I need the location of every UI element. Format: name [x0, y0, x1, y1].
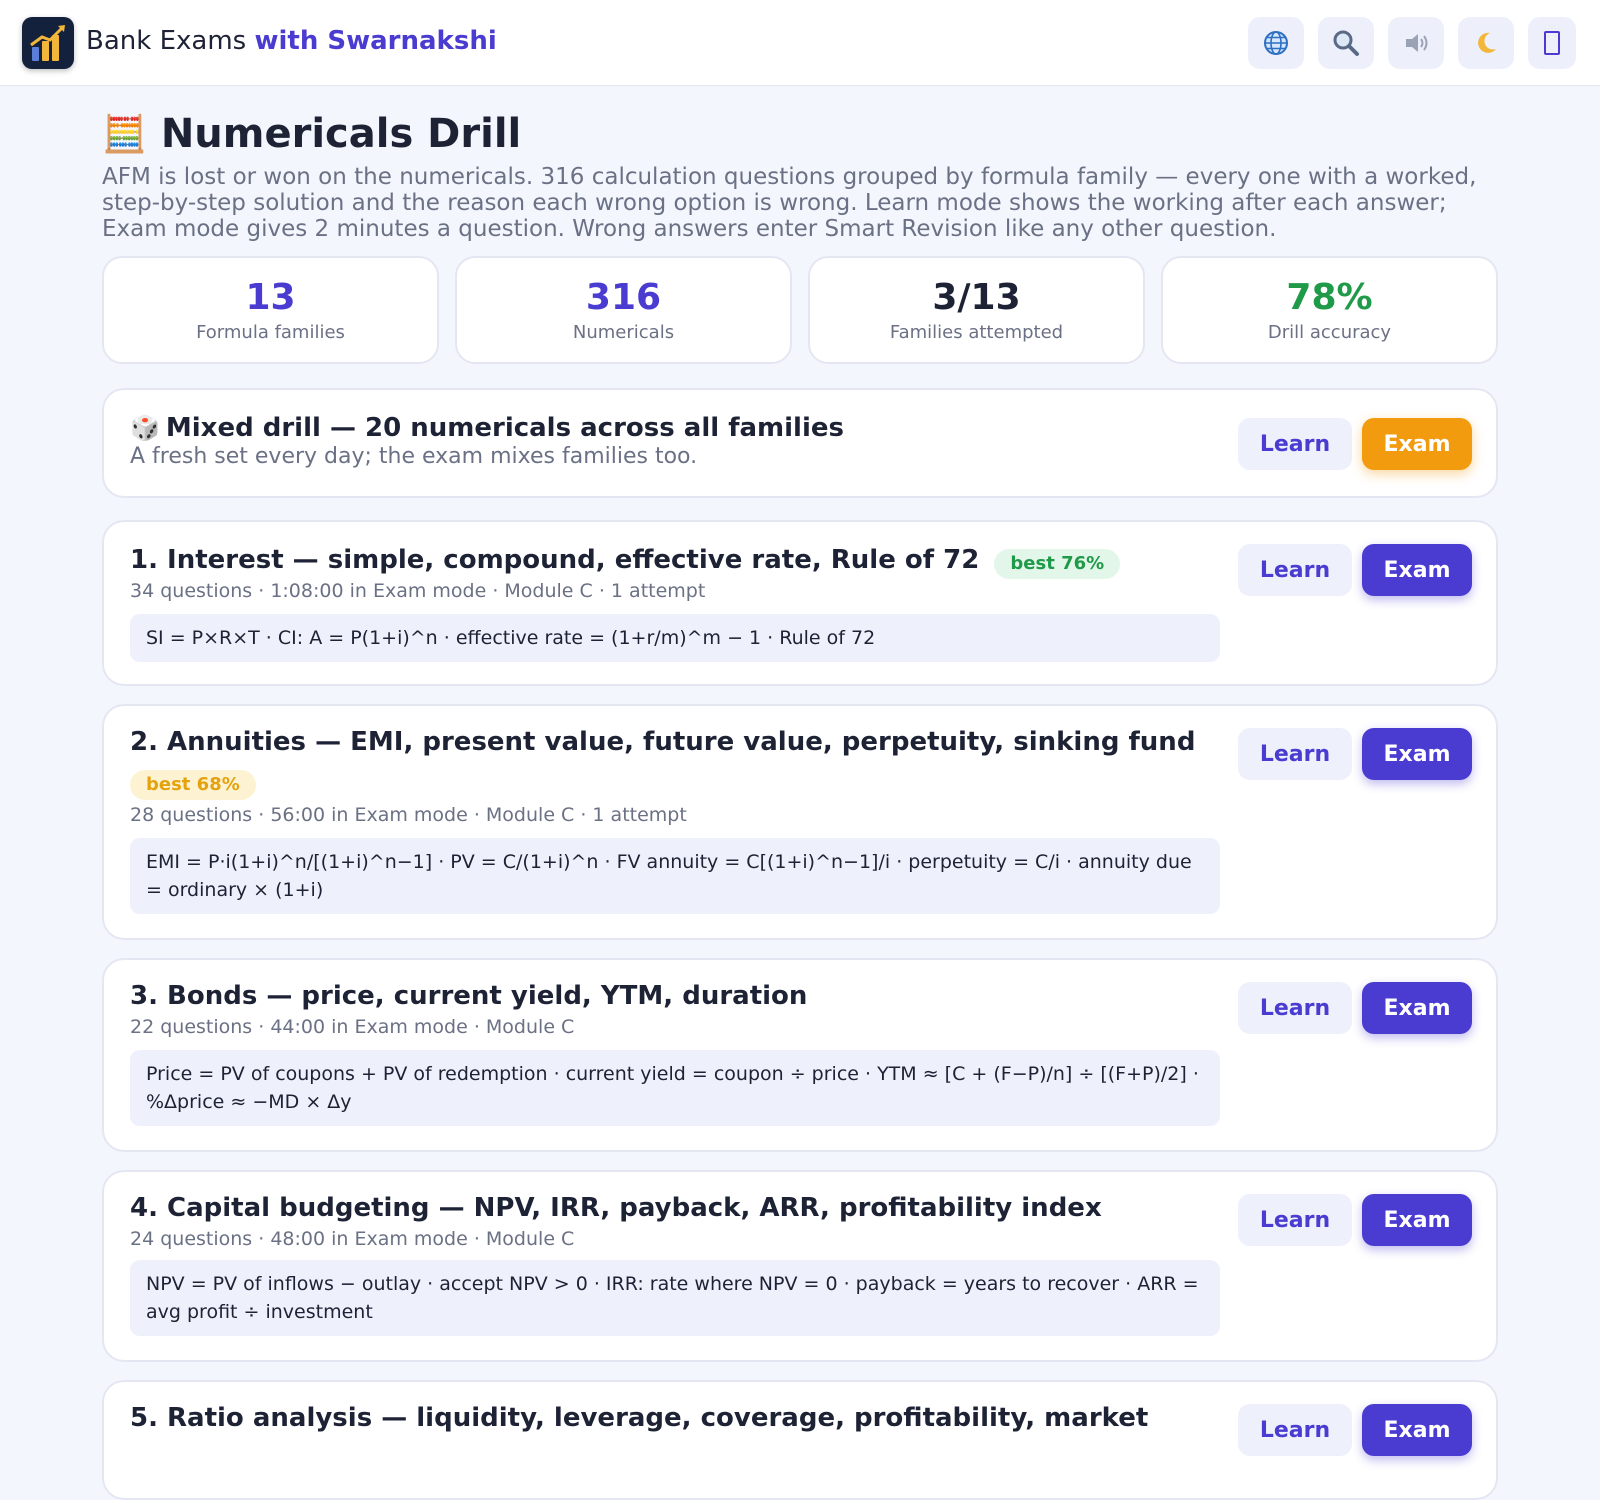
brand-name[interactable]: Bank Exams with Swarnakshi	[86, 26, 497, 56]
search-button[interactable]	[1318, 17, 1374, 69]
page-title: 🧮 Numericals Drill	[102, 108, 1498, 160]
exam-button[interactable]: Exam	[1362, 544, 1472, 596]
exam-button[interactable]: Exam	[1362, 1194, 1472, 1246]
family-title: 1. Interest — simple, compound, effectiv…	[130, 545, 980, 575]
formula-box: SI = P×R×T · CI: A = P(1+i)^n · effectiv…	[130, 614, 1220, 662]
moon-icon	[1478, 32, 1496, 53]
formula-box: EMI = P·i(1+i)^n/[(1+i)^n−1] · PV = C/(1…	[130, 838, 1220, 914]
best-score-badge: best 68%	[130, 770, 256, 800]
family-meta: 24 questions · 48:00 in Exam mode · Modu…	[130, 1228, 575, 1250]
learn-button[interactable]: Learn	[1238, 728, 1352, 780]
theme-toggle-button[interactable]	[1458, 17, 1514, 69]
learn-button[interactable]: Learn	[1238, 1194, 1352, 1246]
formula-box: Price = PV of coupons + PV of redemption…	[130, 1050, 1220, 1126]
stats-row: 13 Formula families 316 Numericals 3/13 …	[102, 256, 1498, 366]
mixed-drill-subtitle: A fresh set every day; the exam mixes fa…	[130, 444, 698, 469]
family-card-annuities: 2. Annuities — EMI, present value, futur…	[102, 704, 1498, 940]
best-score-badge: best 76%	[994, 548, 1121, 579]
family-title: 5. Ratio analysis — liquidity, leverage,…	[130, 1403, 1149, 1433]
app-logo[interactable]	[22, 17, 74, 69]
family-meta: 28 questions · 56:00 in Exam mode · Modu…	[130, 804, 687, 826]
main-content: 🧮 Numericals Drill AFM is lost or won on…	[102, 108, 1498, 1500]
family-card-capital-budgeting: 4. Capital budgeting — NPV, IRR, payback…	[102, 1170, 1498, 1362]
speaker-icon	[1406, 34, 1428, 52]
mixed-drill-title: 🎲 Mixed drill — 20 numericals across all …	[130, 412, 844, 444]
dice-icon: 🎲	[130, 414, 160, 442]
language-button[interactable]	[1248, 17, 1304, 69]
stat-families-attempted: 3/13 Families attempted	[808, 256, 1145, 364]
globe-icon	[1264, 31, 1288, 55]
page-intro: AFM is lost or won on the numericals. 31…	[102, 164, 1477, 242]
family-meta: 22 questions · 44:00 in Exam mode · Modu…	[130, 1016, 575, 1038]
page-title-text: Numericals Drill	[160, 111, 522, 157]
family-title: 3. Bonds — price, current yield, YTM, du…	[130, 981, 808, 1011]
family-card-ratio-analysis: 5. Ratio analysis — liquidity, leverage,…	[102, 1380, 1498, 1500]
exam-button[interactable]: Exam	[1362, 1404, 1472, 1456]
family-title: 4. Capital budgeting — NPV, IRR, payback…	[130, 1193, 1102, 1223]
brand-plain: Bank Exams	[86, 26, 255, 56]
mixed-drill-card: 🎲 Mixed drill — 20 numericals across all …	[102, 388, 1498, 498]
family-card-bonds: 3. Bonds — price, current yield, YTM, du…	[102, 958, 1498, 1152]
learn-button[interactable]: Learn	[1238, 544, 1352, 596]
family-title-row: 1. Interest — simple, compound, effectiv…	[130, 544, 1121, 579]
learn-button[interactable]: Learn	[1238, 1404, 1352, 1456]
stat-value: 13	[245, 277, 296, 318]
stat-label: Families attempted	[889, 322, 1064, 343]
abacus-icon: 🧮	[102, 114, 147, 155]
menu-button[interactable]	[1528, 17, 1576, 69]
mixed-drill-title-text: Mixed drill — 20 numericals across all f…	[165, 413, 844, 443]
mixed-learn-button[interactable]: Learn	[1238, 418, 1352, 470]
exam-button[interactable]: Exam	[1362, 728, 1472, 780]
search-icon	[1333, 30, 1359, 56]
stat-value: 316	[585, 277, 662, 318]
stat-label: Drill accuracy	[1267, 322, 1392, 343]
sound-button[interactable]	[1388, 17, 1444, 69]
brand-accent: with Swarnakshi	[254, 26, 497, 56]
stat-drill-accuracy: 78% Drill accuracy	[1161, 256, 1498, 364]
family-title: 2. Annuities — EMI, present value, futur…	[130, 727, 1196, 757]
stat-label: Numericals	[572, 322, 675, 343]
mixed-exam-button[interactable]: Exam	[1362, 418, 1472, 470]
stat-value: 78%	[1286, 277, 1373, 318]
stat-value: 3/13	[932, 277, 1021, 318]
stat-numericals: 316 Numericals	[455, 256, 792, 364]
formula-box: NPV = PV of inflows − outlay · accept NP…	[130, 1260, 1220, 1336]
family-card-interest: 1. Interest — simple, compound, effectiv…	[102, 520, 1498, 686]
stat-label: Formula families	[196, 322, 345, 343]
menu-icon	[1544, 31, 1560, 55]
learn-button[interactable]: Learn	[1238, 982, 1352, 1034]
top-bar: Bank Exams with Swarnakshi	[0, 0, 1600, 86]
stat-formula-families: 13 Formula families	[102, 256, 439, 364]
exam-button[interactable]: Exam	[1362, 982, 1472, 1034]
family-meta: 34 questions · 1:08:00 in Exam mode · Mo…	[130, 580, 706, 602]
